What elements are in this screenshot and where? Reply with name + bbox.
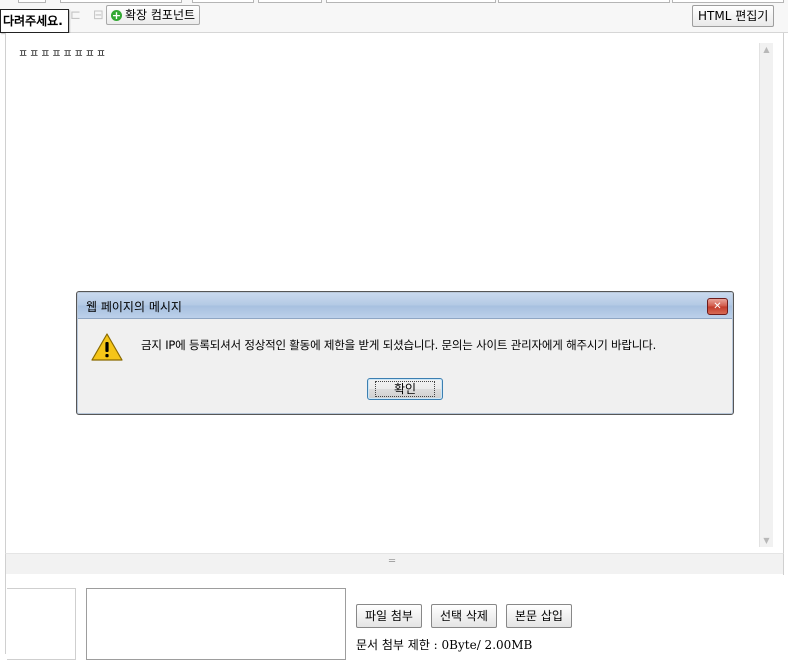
- dialog-title: 웹 페이지의 메시지: [86, 300, 182, 314]
- editor-toolbar: ⊏ ⊟ + 확장 컴포넌트 HTML 편집기 다려주세요.: [0, 0, 788, 33]
- toolbar-dropdown-stub[interactable]: [192, 0, 254, 3]
- toolbar-dropdown-stub[interactable]: [60, 0, 182, 3]
- extension-component-label: 확장 컴포넌트: [125, 8, 196, 22]
- toolbar-dropdown-stub[interactable]: [672, 0, 784, 3]
- ok-button[interactable]: 확인: [367, 378, 443, 400]
- html-editor-button[interactable]: HTML 편집기: [692, 5, 775, 27]
- extension-component-button[interactable]: + 확장 컴포넌트: [106, 5, 201, 25]
- tooltip: 다려주세요.: [0, 9, 69, 33]
- attachment-file-list[interactable]: [86, 588, 346, 660]
- ok-button-label: 확인: [374, 381, 436, 397]
- editor-resize-handle[interactable]: ═: [5, 553, 784, 575]
- insert-into-body-button[interactable]: 본문 삽입: [506, 604, 572, 628]
- dialog-titlebar[interactable]: 웹 페이지의 메시지 ✕: [78, 293, 732, 319]
- toolbar-dropdown-stub[interactable]: [18, 0, 46, 3]
- disabled-toolbar-icons: ⊏ ⊟: [70, 8, 108, 23]
- warning-icon: [91, 333, 123, 361]
- toolbar-dropdown-stub[interactable]: [326, 0, 496, 3]
- attachment-limit-text: 문서 첨부 제한 : 0Byte/ 2.00MB: [356, 638, 533, 652]
- resize-grip-icon: ═: [389, 556, 396, 567]
- scroll-up-arrow-icon[interactable]: ▲: [760, 43, 773, 56]
- plus-icon: +: [111, 8, 122, 22]
- toolbar-dropdown-stub[interactable]: [498, 0, 670, 3]
- message-dialog: 웹 페이지의 메시지 ✕ 금지 IP에 등록되셔서 정상적인 활동에 제한을 받…: [76, 291, 734, 415]
- editor-scrollbar[interactable]: ▲ ▼: [759, 43, 773, 547]
- editor-text: ㅍㅍㅍㅍㅍㅍㅍㅍ: [18, 47, 107, 60]
- scroll-down-arrow-icon[interactable]: ▼: [760, 534, 773, 547]
- attachment-panel: 파일 첨부 선택 삭제 본문 삽입 문서 첨부 제한 : 0Byte/ 2.00…: [5, 574, 783, 660]
- delete-selected-button[interactable]: 선택 삭제: [431, 604, 497, 628]
- dialog-message: 금지 IP에 등록되셔서 정상적인 활동에 제한을 받게 되셨습니다. 문의는 …: [141, 338, 657, 352]
- attachment-preview: [7, 588, 76, 660]
- close-icon[interactable]: ✕: [707, 298, 728, 315]
- attach-file-button[interactable]: 파일 첨부: [356, 604, 422, 628]
- toolbar-dropdown-stub[interactable]: [258, 0, 322, 3]
